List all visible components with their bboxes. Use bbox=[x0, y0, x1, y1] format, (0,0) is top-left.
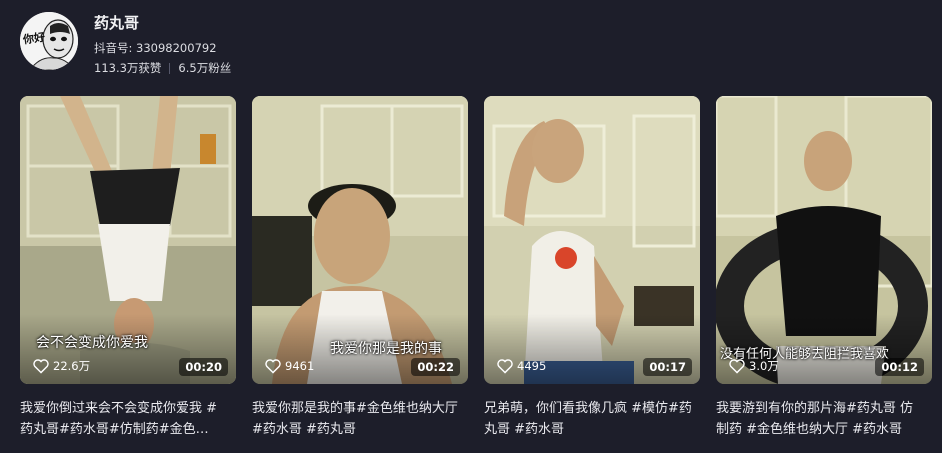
video-card[interactable]: 我爱你那是我的事 9461 00:22 我爱你那是我的事#金色维也纳大厅 #药水… bbox=[252, 96, 468, 440]
profile-name[interactable]: 药丸哥 bbox=[94, 12, 139, 33]
heart-outline-icon bbox=[497, 359, 513, 374]
profile-stats: 113.3万获赞 6.5万粉丝 bbox=[94, 60, 231, 76]
video-thumbnail[interactable]: 会不会变成你爱我 22.6万 00:20 bbox=[20, 96, 236, 384]
like-count: 3.0万 bbox=[728, 358, 779, 374]
heart-outline-icon bbox=[729, 359, 745, 374]
like-count: 9461 bbox=[264, 358, 314, 374]
video-thumbnail[interactable]: 我爱你那是我的事 9461 00:22 bbox=[252, 96, 468, 384]
like-count-value: 3.0万 bbox=[749, 359, 779, 373]
video-caption[interactable]: 我爱你倒过来会不会变成你爱我 #药丸哥#药水哥#仿制药#金色… bbox=[20, 398, 230, 440]
like-count-value: 22.6万 bbox=[53, 359, 91, 373]
video-caption[interactable]: 我要游到有你的那片海#药丸哥 仿制药 #金色维也纳大厅 #药水哥 bbox=[716, 398, 926, 440]
video-overlay-text: 会不会变成你爱我 bbox=[36, 335, 148, 351]
video-duration: 00:22 bbox=[411, 358, 460, 376]
video-caption[interactable]: 我爱你那是我的事#金色维也纳大厅 #药水哥 #药丸哥 bbox=[252, 398, 462, 440]
video-thumbnail[interactable]: 没有任何人能够去阻拦我喜欢 3.0万 00:12 bbox=[716, 96, 932, 384]
video-card[interactable]: 4495 00:17 兄弟萌，你们看我像几疯 #模仿#药丸哥 #药水哥 bbox=[484, 96, 700, 440]
like-count: 4495 bbox=[496, 358, 546, 374]
like-count-value: 4495 bbox=[517, 359, 547, 373]
avatar-caption: 你好 bbox=[22, 30, 46, 47]
total-likes: 113.3万获赞 bbox=[94, 61, 162, 75]
video-card[interactable]: 没有任何人能够去阻拦我喜欢 3.0万 00:12 我要游到有你的那片海#药丸哥 … bbox=[716, 96, 932, 440]
heart-outline-icon bbox=[265, 359, 281, 374]
video-card[interactable]: 会不会变成你爱我 22.6万 00:20 我爱你倒过来会不会变成你爱我 #药丸哥… bbox=[20, 96, 236, 440]
heart-outline-icon bbox=[33, 359, 49, 374]
follower-count: 6.5万粉丝 bbox=[178, 61, 232, 75]
video-duration: 00:12 bbox=[875, 358, 924, 376]
avatar[interactable]: 你好 bbox=[20, 12, 78, 70]
douyin-id: 抖音号: 33098200792 bbox=[94, 41, 217, 55]
video-overlay-text: 我爱你那是我的事 bbox=[330, 341, 442, 357]
video-duration: 00:17 bbox=[643, 358, 692, 376]
stats-divider bbox=[169, 62, 171, 74]
video-thumbnail[interactable]: 4495 00:17 bbox=[484, 96, 700, 384]
like-count-value: 9461 bbox=[285, 359, 315, 373]
video-duration: 00:20 bbox=[179, 358, 228, 376]
video-caption[interactable]: 兄弟萌，你们看我像几疯 #模仿#药丸哥 #药水哥 bbox=[484, 398, 694, 440]
like-count: 22.6万 bbox=[32, 358, 90, 374]
